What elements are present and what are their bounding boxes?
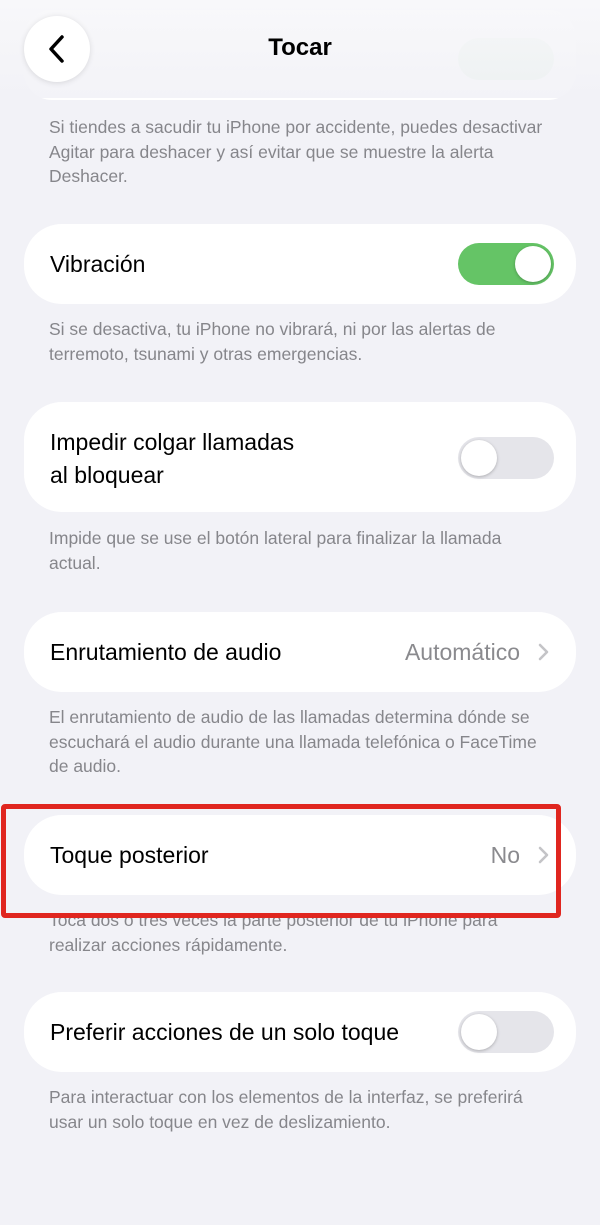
prevent-lock-end-call-row[interactable]: Impedir colgar llamadas al bloquear bbox=[24, 402, 576, 512]
vibration-label: Vibración bbox=[50, 251, 146, 277]
single-touch-row[interactable]: Preferir acciones de un solo toque bbox=[24, 992, 576, 1072]
prevent-lock-toggle[interactable] bbox=[458, 437, 554, 479]
chevron-right-icon bbox=[538, 643, 549, 661]
single-touch-label: Preferir acciones de un solo toque bbox=[50, 1019, 400, 1045]
toggle-knob bbox=[461, 440, 497, 476]
toggle-knob bbox=[461, 1014, 497, 1050]
vibration-footnote: Si se desactiva, tu iPhone no vibrará, n… bbox=[49, 319, 496, 364]
prevent-lock-footnote: Impide que se use el botón lateral para … bbox=[49, 528, 502, 573]
audio-routing-label: Enrutamiento de audio bbox=[50, 639, 282, 665]
audio-routing-footnote: El enrutamiento de audio de las llamadas… bbox=[49, 707, 537, 776]
nav-header: Tocar bbox=[0, 0, 600, 98]
shake-undo-footnote: Si tiendes a sacudir tu iPhone por accid… bbox=[49, 117, 543, 186]
vibration-toggle[interactable] bbox=[458, 243, 554, 285]
audio-routing-row[interactable]: Enrutamiento de audio Automático bbox=[24, 612, 576, 692]
single-touch-toggle[interactable] bbox=[458, 1011, 554, 1053]
page-title: Tocar bbox=[268, 34, 332, 61]
prevent-lock-label-line1: Impedir colgar llamadas bbox=[50, 429, 295, 455]
audio-routing-value: Automático bbox=[404, 639, 520, 665]
toggle-knob bbox=[515, 246, 551, 282]
single-touch-footnote: Para interactuar con los elementos de la… bbox=[49, 1087, 523, 1132]
prevent-lock-label-line2: al bloquear bbox=[50, 462, 164, 488]
vibration-row[interactable]: Vibración bbox=[24, 224, 576, 304]
highlight-box bbox=[1, 804, 561, 918]
